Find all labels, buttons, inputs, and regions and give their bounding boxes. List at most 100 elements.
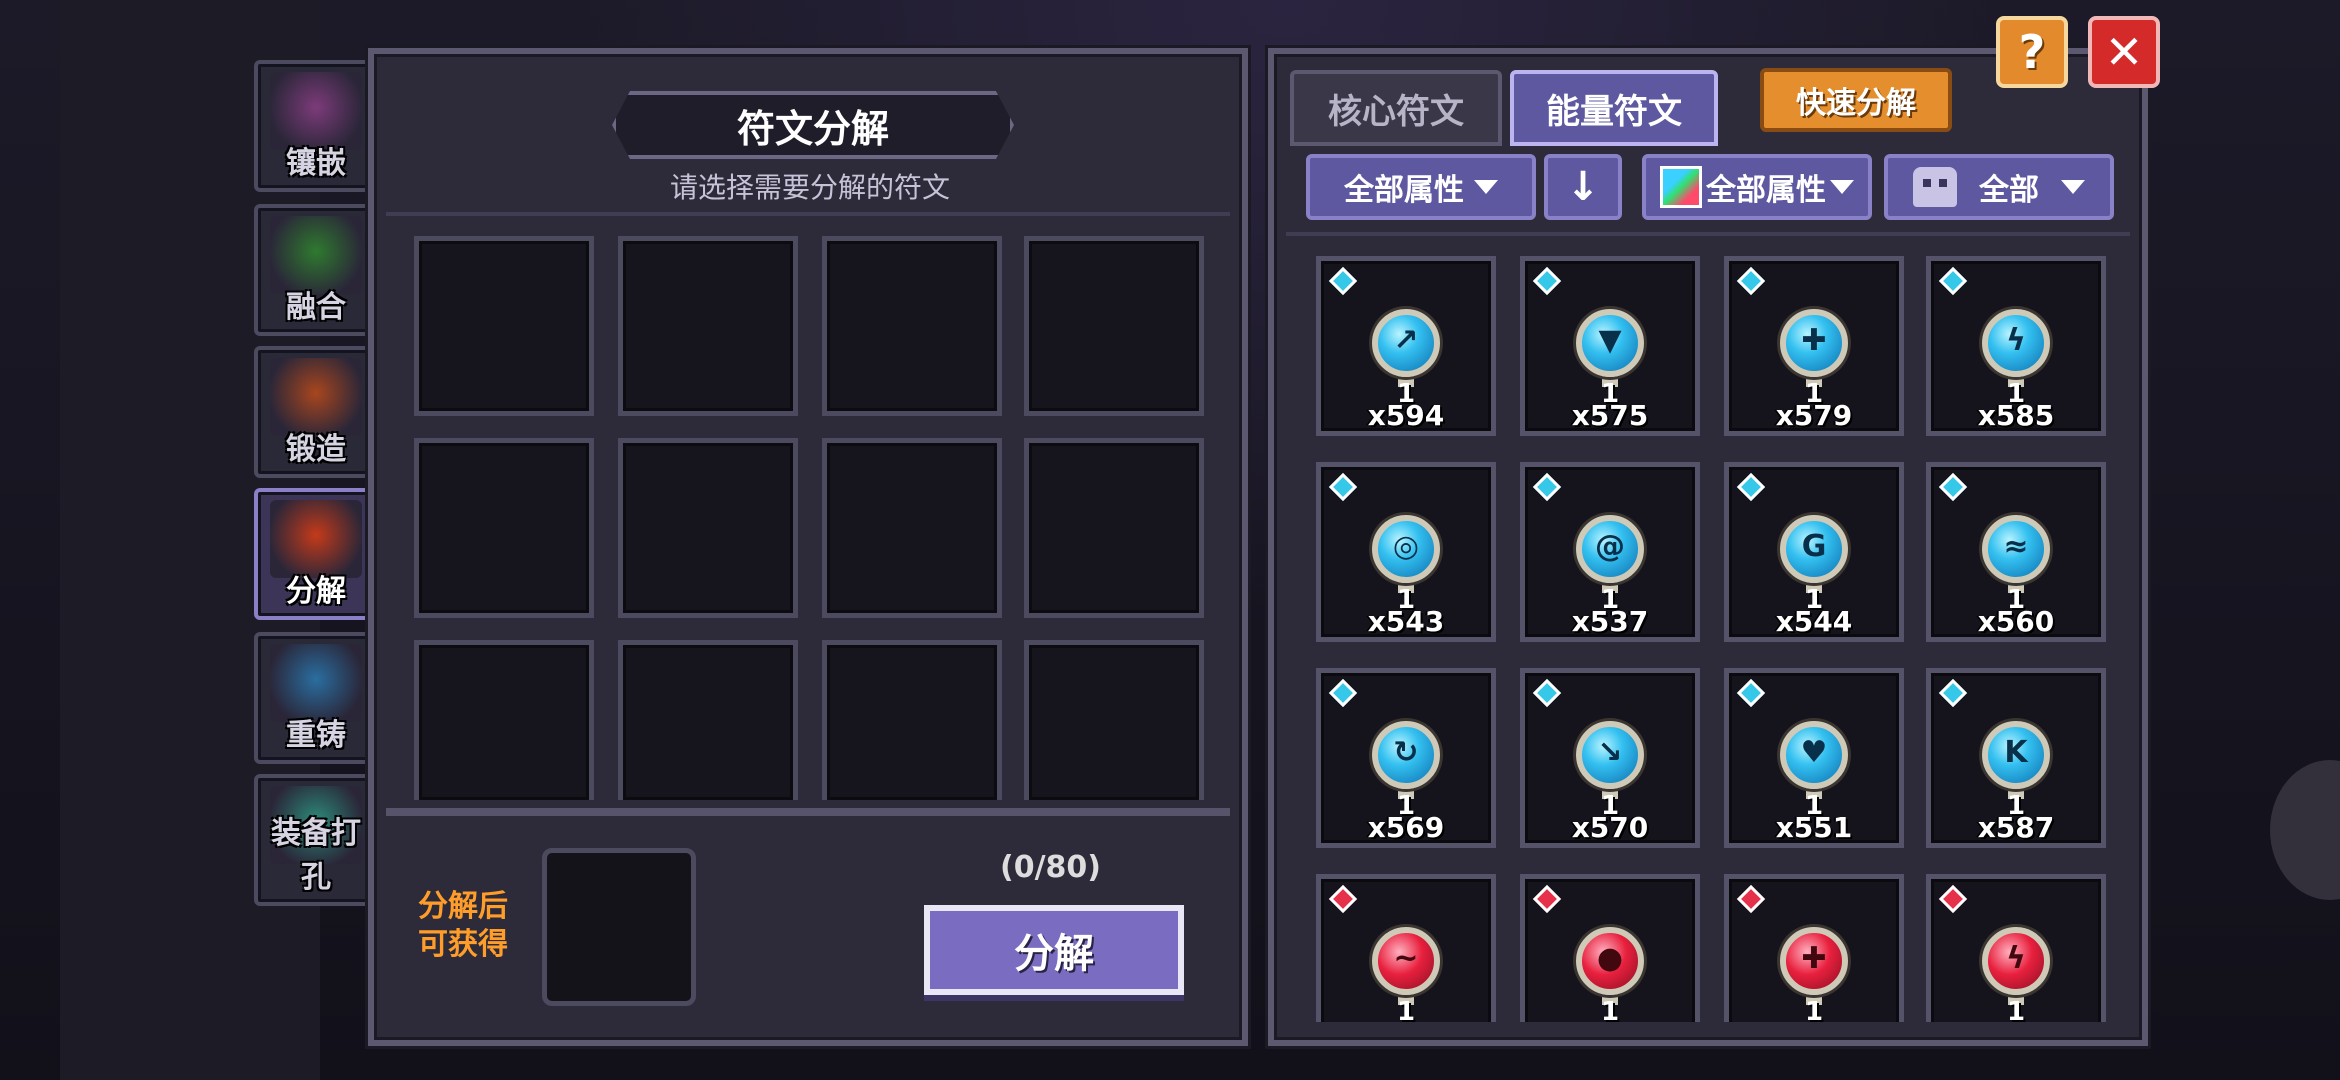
rune-orb-icon: ↗	[1372, 309, 1440, 377]
decompose-slot[interactable]	[1024, 438, 1204, 618]
rune-orb-icon: ϟ	[1982, 309, 2050, 377]
divider-bottom	[386, 808, 1230, 816]
rune-grid: ↗ 1 x594 ▼ 1 x575 ✚ 1 x579 ϟ 1 x585 ◎ 1 x543 @1 x537 G 1 x5…	[1292, 232, 2124, 1022]
rarity-gem-icon	[1328, 472, 1358, 502]
rune-card[interactable]: ≈1 x560	[1926, 462, 2106, 642]
decompose-slot[interactable]	[414, 640, 594, 800]
side-tab-label: 重铸	[286, 718, 346, 753]
rarity-gem-icon	[1938, 472, 1968, 502]
rune-glyph: ♥	[1800, 735, 1828, 770]
rune-glyph: G	[1801, 529, 1827, 564]
side-tab-1[interactable]: 融合	[254, 204, 378, 336]
tab-core-runes[interactable]: 核心符文	[1290, 70, 1502, 146]
rune-quantity: x594	[1367, 399, 1445, 432]
rarity-gem-icon	[1532, 884, 1562, 914]
reward-label-line2: 可获得	[418, 927, 508, 962]
decompose-slot[interactable]	[1024, 640, 1204, 800]
rune-card[interactable]: G 1 x544	[1724, 462, 1904, 642]
rune-quantity: x560	[1977, 605, 2055, 638]
rarity-gem-icon	[1532, 266, 1562, 296]
rarity-gem-icon	[1328, 266, 1358, 296]
rune-quantity: x585	[1977, 399, 2055, 432]
side-tab-4[interactable]: 重铸	[254, 632, 378, 764]
rune-card[interactable]: ✚ 1	[1724, 874, 1904, 1022]
rune-glyph: ≈	[2003, 529, 2029, 564]
rune-orb-icon: ~	[1372, 927, 1440, 995]
rune-glyph: ✚	[1801, 941, 1827, 976]
rune-orb-icon: ≈	[1982, 515, 2050, 583]
decompose-slot[interactable]	[414, 236, 594, 416]
panel-title: 符文分解	[612, 91, 1014, 159]
side-tab-2[interactable]: 锻造	[254, 346, 378, 478]
rune-card[interactable]: ▼ 1 x575	[1520, 256, 1700, 436]
side-tab-label: 融合	[286, 290, 346, 325]
rune-glyph: ϟ	[2006, 941, 2026, 976]
attribute-filter-dropdown[interactable]: 全部属性	[1306, 154, 1536, 220]
color-swatch-icon	[1660, 166, 1702, 208]
reward-slot	[542, 848, 696, 1006]
rune-card[interactable]: ↗ 1 x594	[1316, 256, 1496, 436]
rune-quantity: x587	[1977, 811, 2055, 844]
close-button[interactable]: ✕	[2088, 16, 2160, 88]
rune-orb-icon: ▼	[1576, 309, 1644, 377]
rune-card[interactable]: ♥ 1 x551	[1724, 668, 1904, 848]
rune-orb-icon: G	[1780, 515, 1848, 583]
selected-count: (0/80)	[1000, 850, 1102, 885]
rune-glyph: @	[1595, 529, 1625, 564]
quick-decompose-button[interactable]: 快速分解	[1760, 68, 1952, 132]
rune-glyph: ↻	[1393, 735, 1419, 770]
reward-label: 分解后 可获得	[408, 888, 518, 964]
rune-card[interactable]: K 1 x587	[1926, 668, 2106, 848]
type-filter-dropdown[interactable]: 全部	[1884, 154, 2114, 220]
rune-quantity: x569	[1367, 811, 1445, 844]
decompose-slot[interactable]	[822, 236, 1002, 416]
sort-button[interactable]: ↓	[1544, 154, 1622, 220]
rune-card[interactable]: @1 x537	[1520, 462, 1700, 642]
rune-orb-icon: ◎	[1372, 515, 1440, 583]
rune-orb-icon: ↘	[1576, 721, 1644, 789]
rune-card[interactable]: ✚ 1 x579	[1724, 256, 1904, 436]
side-tab-0[interactable]: 镶嵌	[254, 60, 378, 192]
rune-glyph: ●	[1596, 941, 1624, 976]
rarity-gem-icon	[1328, 678, 1358, 708]
decompose-slot[interactable]	[1024, 236, 1204, 416]
rune-card[interactable]: ◎ 1 x543	[1316, 462, 1496, 642]
side-tab-3[interactable]: 分解	[254, 488, 378, 620]
decompose-slot[interactable]	[618, 236, 798, 416]
rune-card[interactable]: ~1	[1316, 874, 1496, 1022]
decompose-slot[interactable]	[618, 438, 798, 618]
rune-orb-icon: ϟ	[1982, 927, 2050, 995]
rune-glyph: ▼	[1598, 323, 1622, 358]
rune-orb-icon: ✚	[1780, 309, 1848, 377]
reward-label-line1: 分解后	[418, 889, 508, 924]
rune-level: 1	[2006, 997, 2026, 1022]
rune-orb-icon: ↻	[1372, 721, 1440, 789]
rune-quantity: x575	[1571, 399, 1649, 432]
decompose-slot[interactable]	[414, 438, 594, 618]
side-tab-5[interactable]: 装备打孔	[254, 774, 378, 906]
rune-quantity: x537	[1571, 605, 1649, 638]
rune-card[interactable]: ↘ 1 x570	[1520, 668, 1700, 848]
rarity-gem-icon	[1736, 266, 1766, 296]
rarity-gem-icon	[1328, 884, 1358, 914]
rune-orb-icon: K	[1982, 721, 2050, 789]
color-filter-dropdown[interactable]: 全部属性	[1642, 154, 1872, 220]
rune-card[interactable]: ● 1	[1520, 874, 1700, 1022]
decompose-slot[interactable]	[822, 640, 1002, 800]
rune-card[interactable]: ϟ1	[1926, 874, 2106, 1022]
close-icon: ✕	[2104, 25, 2144, 79]
help-button[interactable]: ?	[1996, 16, 2068, 88]
rune-glyph: ~	[1393, 941, 1419, 976]
panel-subtitle: 请选择需要分解的符文	[669, 171, 950, 204]
decompose-slot[interactable]	[822, 438, 1002, 618]
tab-energy-runes[interactable]: 能量符文	[1510, 70, 1718, 146]
rarity-gem-icon	[1736, 884, 1766, 914]
rune-card[interactable]: ↻ 1 x569	[1316, 668, 1496, 848]
rune-quantity: x570	[1571, 811, 1649, 844]
decompose-slot[interactable]	[618, 640, 798, 800]
decompose-button[interactable]: 分解	[924, 905, 1184, 995]
rune-quantity: x543	[1367, 605, 1445, 638]
rune-orb-icon: ●	[1576, 927, 1644, 995]
rune-card[interactable]: ϟ 1 x585	[1926, 256, 2106, 436]
rune-glyph: K	[2004, 735, 2028, 770]
